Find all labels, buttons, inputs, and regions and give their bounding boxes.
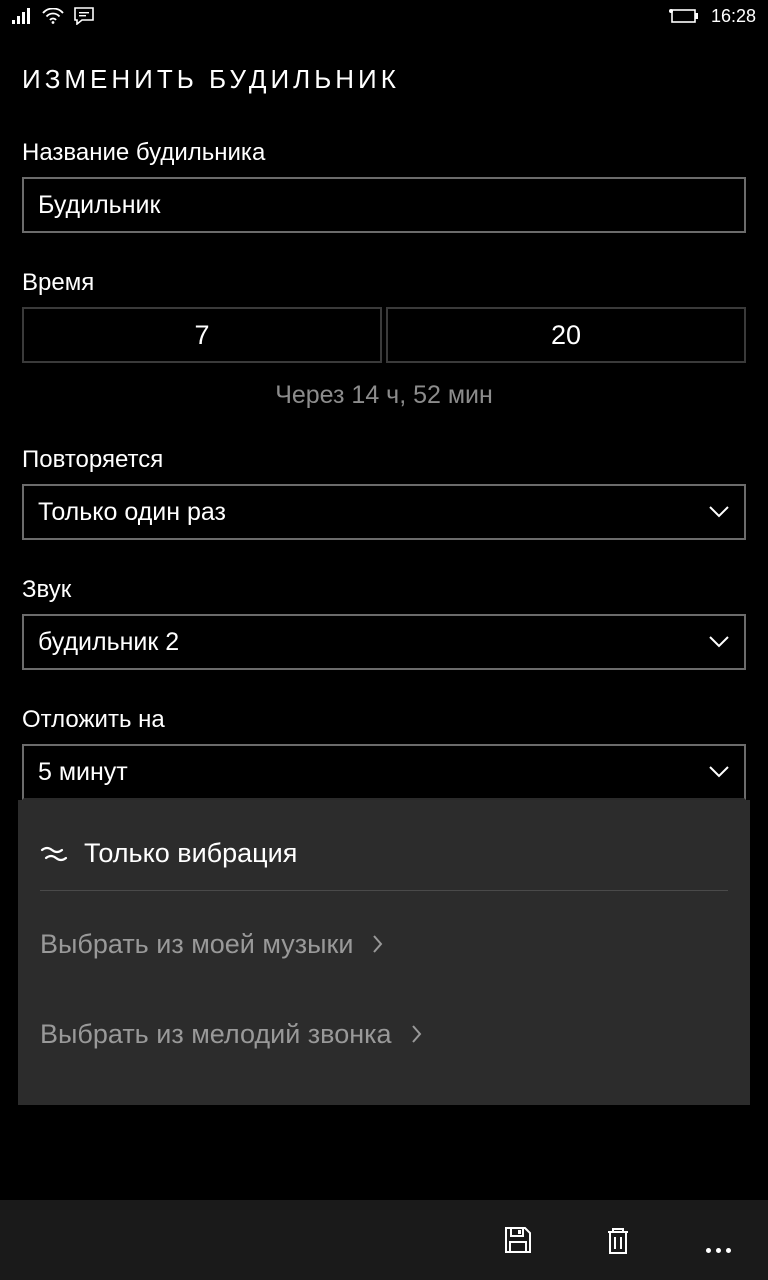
wifi-icon [42, 8, 64, 24]
delete-button[interactable] [596, 1218, 640, 1262]
pick-from-ringtones-option[interactable]: Выбрать из мелодий звонка [40, 989, 728, 1079]
more-icon [706, 1248, 731, 1253]
vibration-icon [40, 842, 68, 864]
flyout-divider [40, 890, 728, 891]
repeat-select[interactable]: Только один раз [22, 484, 746, 540]
alarm-name-input[interactable] [22, 177, 746, 233]
page-title: ИЗМЕНИТЬ БУДИЛЬНИК [22, 64, 746, 95]
chevron-down-icon [708, 631, 730, 653]
time-label: Время [22, 269, 746, 297]
pick-from-ringtones-label: Выбрать из мелодий звонка [40, 1019, 392, 1050]
more-button[interactable] [696, 1218, 740, 1262]
sound-select-value: будильник 2 [38, 628, 179, 657]
sound-label: Звук [22, 576, 746, 604]
sound-select[interactable]: будильник 2 [22, 614, 746, 670]
save-button[interactable] [496, 1218, 540, 1262]
vibration-only-label: Только вибрация [84, 838, 297, 869]
snooze-field: Отложить на 5 минут [22, 706, 746, 800]
chevron-right-icon [412, 1025, 422, 1043]
battery-icon [669, 8, 699, 24]
alarm-name-field: Название будильника [22, 139, 746, 233]
chevron-right-icon [373, 935, 383, 953]
repeat-label: Повторяется [22, 446, 746, 474]
status-bar: 16:28 [0, 0, 768, 32]
time-hours-picker[interactable]: 7 [22, 307, 382, 363]
repeat-select-value: Только один раз [38, 498, 226, 527]
alarm-name-label: Название будильника [22, 139, 746, 167]
pick-from-music-option[interactable]: Выбрать из моей музыки [40, 899, 728, 989]
app-bar [0, 1200, 768, 1280]
time-field: Время 7 20 Через 14 ч, 52 мин [22, 269, 746, 410]
save-icon [503, 1225, 533, 1255]
sound-options-flyout: Только вибрация Выбрать из моей музыки В… [18, 800, 750, 1105]
vibration-only-option[interactable]: Только вибрация [40, 818, 728, 888]
message-icon [74, 7, 94, 25]
chevron-down-icon [708, 501, 730, 523]
repeat-field: Повторяется Только один раз [22, 446, 746, 540]
pick-from-music-label: Выбрать из моей музыки [40, 929, 353, 960]
snooze-select-value: 5 минут [38, 758, 128, 787]
snooze-label: Отложить на [22, 706, 746, 734]
alarm-edit-page: ИЗМЕНИТЬ БУДИЛЬНИК Название будильника В… [0, 32, 768, 1200]
time-until-text: Через 14 ч, 52 мин [22, 381, 746, 410]
signal-icon [12, 8, 32, 24]
time-minutes-picker[interactable]: 20 [386, 307, 746, 363]
snooze-select[interactable]: 5 минут [22, 744, 746, 800]
sound-field: Звук будильник 2 [22, 576, 746, 670]
chevron-down-icon [708, 761, 730, 783]
trash-icon [604, 1224, 632, 1256]
status-clock: 16:28 [711, 6, 756, 27]
